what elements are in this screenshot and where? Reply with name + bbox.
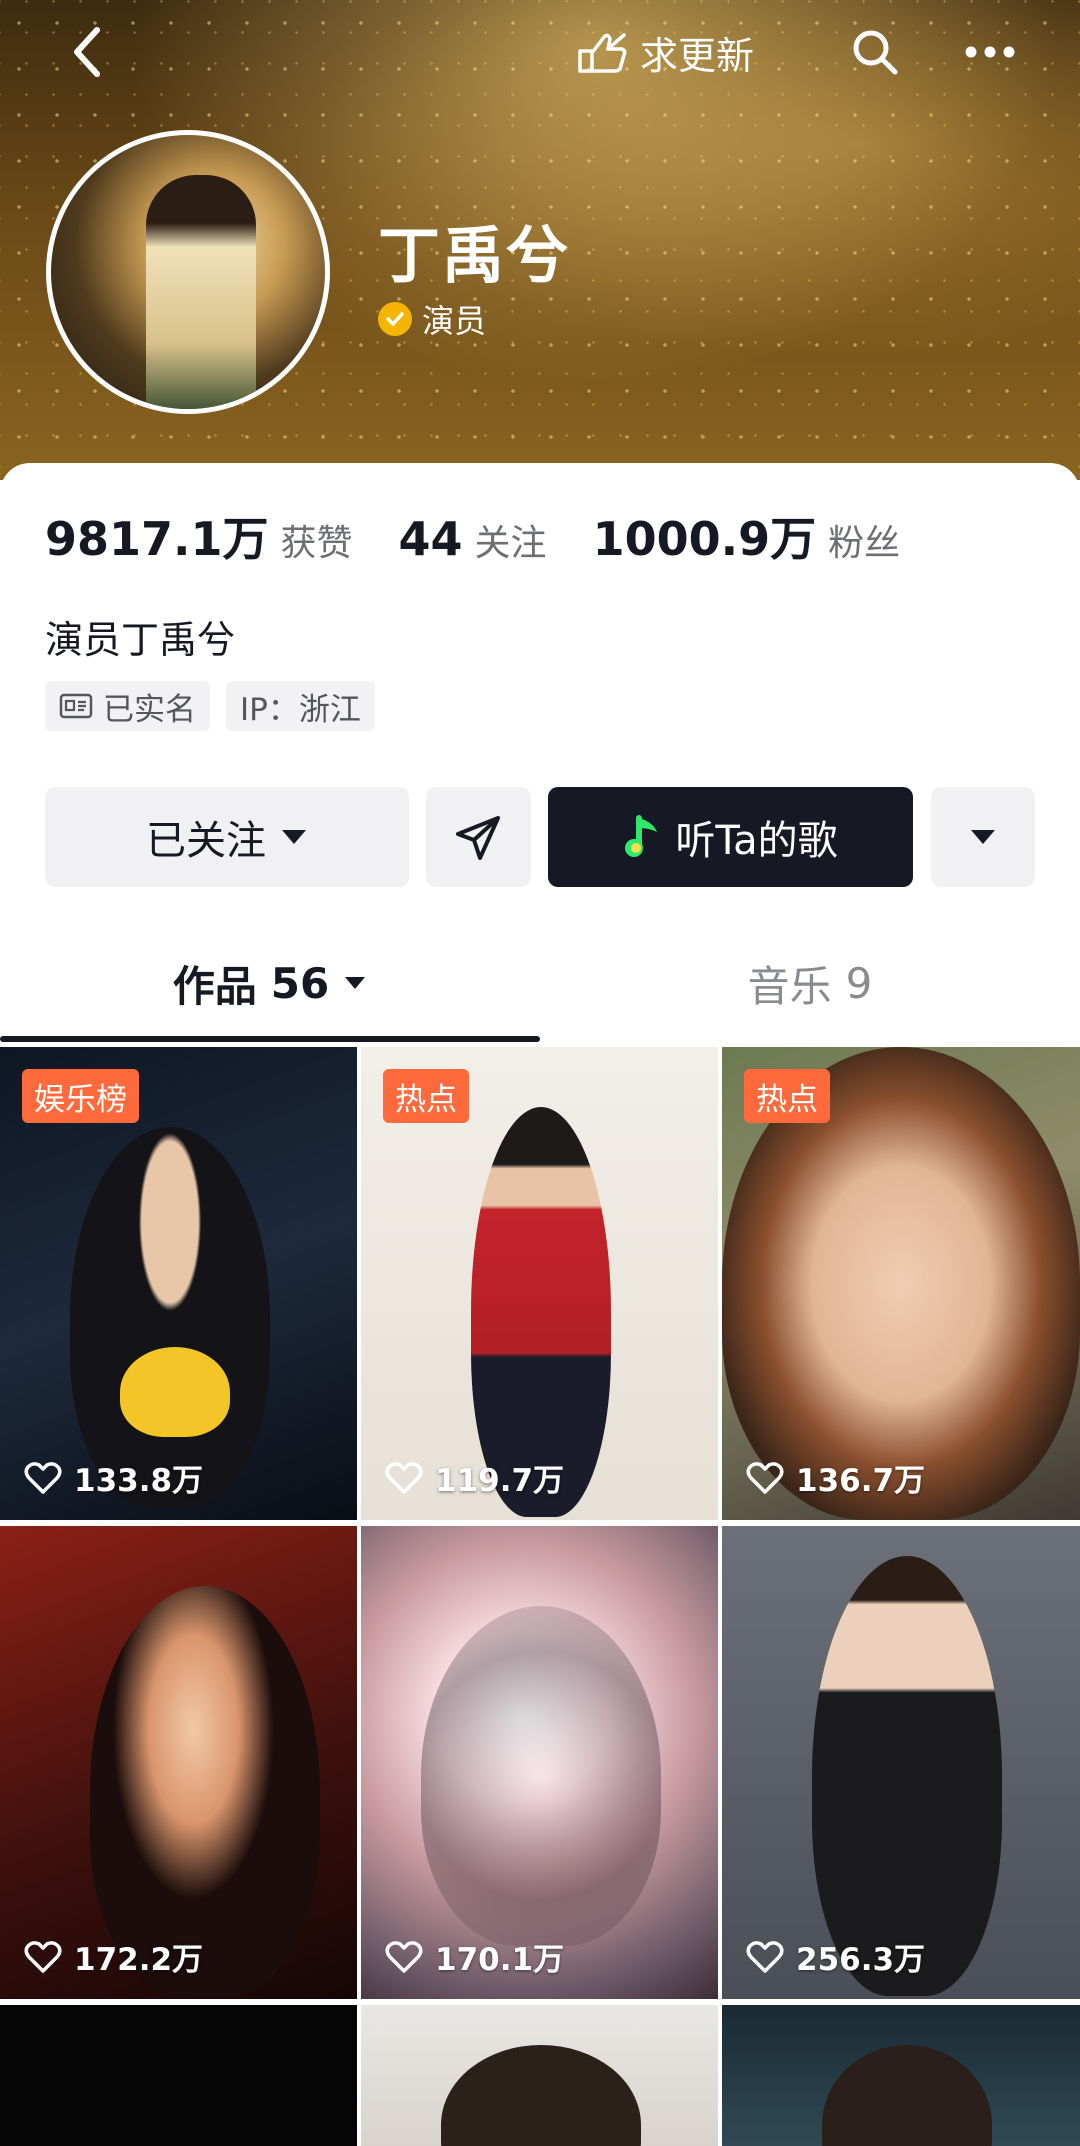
following-button[interactable]: 已关注 [45,787,409,887]
stat-fans-value: 1000.9万 [592,512,817,566]
video-thumbnail [822,2045,992,2146]
tab-music[interactable]: 音乐 9 [540,933,1080,1033]
send-message-button[interactable] [426,787,531,887]
stat-following[interactable]: 44 关注 [399,512,547,566]
like-count: 256.3万 [746,1934,925,1979]
heart-outline-icon [746,1461,784,1494]
real-name-label: 已实名 [103,691,196,728]
rank-tag: 娱乐榜 [22,1069,139,1123]
like-count: 133.8万 [24,1455,203,1500]
info-chips: 已实名 IP：浙江 [45,681,375,731]
video-tile[interactable]: 172.2万 [0,1526,357,1999]
stat-following-value: 44 [398,512,463,566]
chevron-left-icon [74,27,100,77]
like-count: 170.1万 [385,1934,564,1979]
like-count-value: 256.3万 [796,1942,926,1978]
expand-recommend-button[interactable] [931,787,1035,887]
stat-likes-label: 获赞 [280,523,353,564]
search-button[interactable] [840,20,910,84]
avatar[interactable] [46,130,330,414]
stats-row: 9817.1万 获赞 44 关注 1000.9万 粉丝 [45,503,946,569]
video-tile[interactable] [361,2005,718,2146]
following-label: 已关注 [146,818,266,864]
bio-text: 演员丁禹兮 [45,618,236,662]
caret-down-icon [282,830,306,844]
profile-name: 丁禹兮 [378,219,571,292]
more-dots-icon [965,46,1015,58]
stat-fans-label: 粉丝 [828,523,901,564]
caret-down-icon [971,830,995,844]
caret-down-icon [345,977,366,989]
check-badge-icon [378,302,412,336]
heart-outline-icon [385,1940,423,1973]
search-icon [853,30,898,75]
heart-outline-icon [385,1461,423,1494]
tab-works[interactable]: 作品 56 [0,933,540,1033]
action-buttons: 已关注 听Ta的歌 [45,787,1035,887]
like-count-value: 172.2万 [74,1942,204,1978]
like-count-value: 136.7万 [796,1463,926,1499]
id-card-icon [59,693,93,719]
like-count: 172.2万 [24,1934,203,1979]
avatar-figure [146,175,256,409]
heart-outline-icon [24,1461,62,1494]
like-count: 136.7万 [746,1455,925,1500]
like-count-value: 133.8万 [74,1463,204,1499]
back-button[interactable] [52,20,122,84]
active-tab-indicator [0,1036,540,1042]
stat-likes[interactable]: 9817.1万 获赞 [45,503,353,569]
video-tile[interactable]: 娱乐榜 133.8万 [0,1047,357,1520]
video-thumbnail-prop [120,1347,230,1437]
ip-location-chip: IP：浙江 [226,681,375,731]
stat-likes-value: 9817.1万 [45,512,269,566]
heart-outline-icon [746,1940,784,1973]
stat-following-label: 关注 [474,523,547,564]
video-tile[interactable] [722,2005,1080,2146]
video-thumbnail [421,1606,661,1946]
like-count-value: 119.7万 [435,1463,565,1499]
verified-badge: 演员 [378,296,486,342]
like-count: 119.7万 [385,1455,564,1500]
more-button[interactable] [955,20,1025,84]
request-update-button[interactable]: 求更新 [560,20,770,84]
paper-plane-icon [455,816,500,860]
hot-tag: 热点 [383,1069,469,1123]
listen-songs-button[interactable]: 听Ta的歌 [548,787,913,887]
tab-music-count: 9 [845,958,873,1008]
profile-banner: 求更新 丁禹兮 演员 [0,0,1080,480]
tab-works-label: 作品 [172,961,257,1011]
like-count-value: 170.1万 [435,1942,565,1978]
music-note-icon [625,815,658,857]
video-tile[interactable]: 256.3万 [722,1526,1080,1999]
video-thumbnail [812,1556,1002,1996]
video-tile[interactable]: 170.1万 [361,1526,718,1999]
video-tile[interactable]: 热点 136.7万 [722,1047,1080,1520]
tab-works-count: 56 [270,958,330,1008]
video-tile[interactable]: 热点 119.7万 [361,1047,718,1520]
hot-tag: 热点 [744,1069,830,1123]
verified-label: 演员 [422,302,487,340]
video-tile[interactable] [0,2005,357,2146]
ip-location-label: IP：浙江 [240,691,361,728]
tab-music-label: 音乐 [747,961,832,1011]
request-update-label: 求更新 [639,33,754,78]
content-tabs: 作品 56 音乐 9 [0,933,1080,1033]
video-thumbnail [70,1127,270,1507]
listen-songs-label: 听Ta的歌 [675,818,838,864]
pointing-hand-icon [578,33,627,73]
heart-outline-icon [24,1940,62,1973]
video-thumbnail [441,2045,641,2146]
stat-fans[interactable]: 1000.9万 粉丝 [593,503,901,569]
real-name-chip: 已实名 [45,681,210,731]
